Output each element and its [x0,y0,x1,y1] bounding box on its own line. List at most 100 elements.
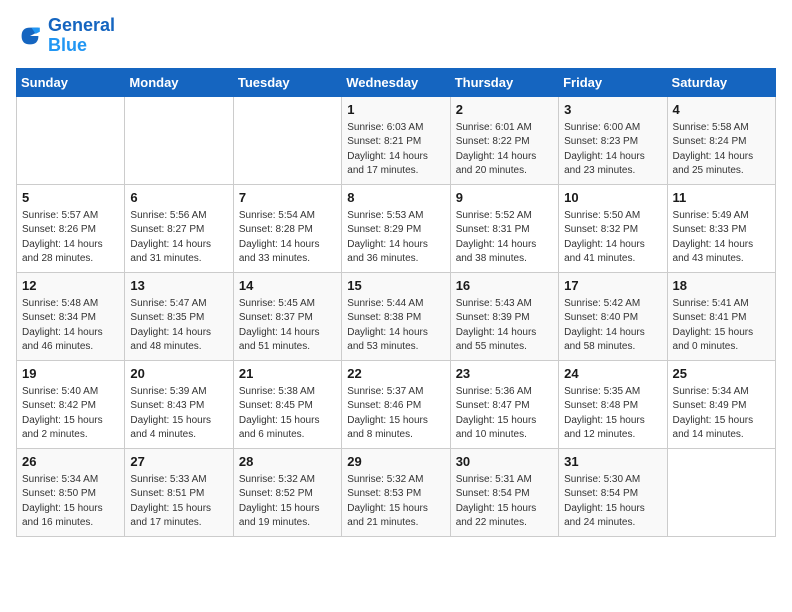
calendar-day-25: 25 Sunrise: 5:34 AM Sunset: 8:49 PM Dayli… [667,360,775,448]
day-info: Sunrise: 5:34 AM Sunset: 8:49 PM Dayligh… [673,385,770,443]
calendar-week-row: 12 Sunrise: 5:48 AM Sunset: 8:34 PM Dayli… [17,272,776,360]
day-info: Sunrise: 5:30 AM Sunset: 8:54 PM Dayligh… [564,473,661,531]
day-number: 25 [673,365,770,383]
day-number: 26 [22,453,119,471]
calendar-day-16: 16 Sunrise: 5:43 AM Sunset: 8:39 PM Dayli… [450,272,558,360]
day-number: 3 [564,101,661,119]
day-info: Sunrise: 5:43 AM Sunset: 8:39 PM Dayligh… [456,297,553,355]
day-info: Sunrise: 5:57 AM Sunset: 8:26 PM Dayligh… [22,209,119,267]
calendar-day-7: 7Sunrise: 5:54 AM Sunset: 8:28 PM Daylig… [233,184,341,272]
day-number: 14 [239,277,336,295]
day-info: Sunrise: 6:03 AM Sunset: 8:21 PM Dayligh… [347,121,444,179]
day-info: Sunrise: 5:33 AM Sunset: 8:51 PM Dayligh… [130,473,227,531]
logo: General Blue [16,16,115,56]
column-header-wednesday: Wednesday [342,68,450,96]
day-number: 16 [456,277,553,295]
calendar-empty-cell [17,96,125,184]
day-info: Sunrise: 5:49 AM Sunset: 8:33 PM Dayligh… [673,209,770,267]
day-info: Sunrise: 5:32 AM Sunset: 8:52 PM Dayligh… [239,473,336,531]
calendar-day-31: 31 Sunrise: 5:30 AM Sunset: 8:54 PM Dayli… [559,448,667,536]
day-number: 19 [22,365,119,383]
calendar-day-28: 28 Sunrise: 5:32 AM Sunset: 8:52 PM Dayli… [233,448,341,536]
day-info: Sunrise: 5:32 AM Sunset: 8:53 PM Dayligh… [347,473,444,531]
column-header-thursday: Thursday [450,68,558,96]
day-info: Sunrise: 5:44 AM Sunset: 8:38 PM Dayligh… [347,297,444,355]
day-info: Sunrise: 5:34 AM Sunset: 8:50 PM Dayligh… [22,473,119,531]
calendar-header-row: SundayMondayTuesdayWednesdayThursdayFrid… [17,68,776,96]
column-header-sunday: Sunday [17,68,125,96]
day-number: 12 [22,277,119,295]
day-number: 15 [347,277,444,295]
calendar-day-10: 10 Sunrise: 5:50 AM Sunset: 8:32 PM Dayli… [559,184,667,272]
day-number: 2 [456,101,553,119]
day-number: 10 [564,189,661,207]
day-info: Sunrise: 5:39 AM Sunset: 8:43 PM Dayligh… [130,385,227,443]
day-info: Sunrise: 5:40 AM Sunset: 8:42 PM Dayligh… [22,385,119,443]
calendar-day-8: 8Sunrise: 5:53 AM Sunset: 8:29 PM Daylig… [342,184,450,272]
calendar-day-24: 24 Sunrise: 5:35 AM Sunset: 8:48 PM Dayli… [559,360,667,448]
calendar-day-23: 23 Sunrise: 5:36 AM Sunset: 8:47 PM Dayli… [450,360,558,448]
page-header: General Blue [16,16,776,56]
calendar-table: SundayMondayTuesdayWednesdayThursdayFrid… [16,68,776,537]
calendar-empty-cell [667,448,775,536]
calendar-day-2: 2 Sunrise: 6:01 AM Sunset: 8:22 PM Daylig… [450,96,558,184]
calendar-day-21: 21Sunrise: 5:38 AM Sunset: 8:45 PM Dayli… [233,360,341,448]
calendar-week-row: 1 Sunrise: 6:03 AM Sunset: 8:21 PM Daylig… [17,96,776,184]
day-number: 1 [347,101,444,119]
calendar-day-3: 3 Sunrise: 6:00 AM Sunset: 8:23 PM Daylig… [559,96,667,184]
calendar-day-9: 9 Sunrise: 5:52 AM Sunset: 8:31 PM Daylig… [450,184,558,272]
calendar-day-4: 4 Sunrise: 5:58 AM Sunset: 8:24 PM Daylig… [667,96,775,184]
day-info: Sunrise: 5:45 AM Sunset: 8:37 PM Dayligh… [239,297,336,355]
day-number: 11 [673,189,770,207]
calendar-day-22: 22Sunrise: 5:37 AM Sunset: 8:46 PM Dayli… [342,360,450,448]
logo-text: General Blue [48,16,115,56]
calendar-day-5: 5 Sunrise: 5:57 AM Sunset: 8:26 PM Daylig… [17,184,125,272]
day-info: Sunrise: 5:50 AM Sunset: 8:32 PM Dayligh… [564,209,661,267]
day-info: Sunrise: 5:48 AM Sunset: 8:34 PM Dayligh… [22,297,119,355]
day-info: Sunrise: 5:47 AM Sunset: 8:35 PM Dayligh… [130,297,227,355]
day-number: 27 [130,453,227,471]
day-number: 17 [564,277,661,295]
day-number: 8 [347,189,444,207]
day-info: Sunrise: 5:58 AM Sunset: 8:24 PM Dayligh… [673,121,770,179]
day-number: 18 [673,277,770,295]
calendar-empty-cell [233,96,341,184]
day-number: 9 [456,189,553,207]
day-number: 23 [456,365,553,383]
column-header-saturday: Saturday [667,68,775,96]
calendar-day-18: 18 Sunrise: 5:41 AM Sunset: 8:41 PM Dayli… [667,272,775,360]
calendar-day-26: 26 Sunrise: 5:34 AM Sunset: 8:50 PM Dayli… [17,448,125,536]
calendar-day-17: 17Sunrise: 5:42 AM Sunset: 8:40 PM Dayli… [559,272,667,360]
calendar-day-14: 14 Sunrise: 5:45 AM Sunset: 8:37 PM Dayli… [233,272,341,360]
day-number: 22 [347,365,444,383]
logo-icon [16,22,44,50]
calendar-day-19: 19 Sunrise: 5:40 AM Sunset: 8:42 PM Dayli… [17,360,125,448]
calendar-day-1: 1 Sunrise: 6:03 AM Sunset: 8:21 PM Daylig… [342,96,450,184]
day-number: 28 [239,453,336,471]
day-info: Sunrise: 5:41 AM Sunset: 8:41 PM Dayligh… [673,297,770,355]
column-header-monday: Monday [125,68,233,96]
day-info: Sunrise: 5:52 AM Sunset: 8:31 PM Dayligh… [456,209,553,267]
day-number: 31 [564,453,661,471]
day-info: Sunrise: 5:56 AM Sunset: 8:27 PM Dayligh… [130,209,227,267]
calendar-day-6: 6 Sunrise: 5:56 AM Sunset: 8:27 PM Daylig… [125,184,233,272]
calendar-week-row: 26 Sunrise: 5:34 AM Sunset: 8:50 PM Dayli… [17,448,776,536]
day-number: 6 [130,189,227,207]
day-info: Sunrise: 5:31 AM Sunset: 8:54 PM Dayligh… [456,473,553,531]
day-number: 7 [239,189,336,207]
day-info: Sunrise: 6:00 AM Sunset: 8:23 PM Dayligh… [564,121,661,179]
day-info: Sunrise: 5:36 AM Sunset: 8:47 PM Dayligh… [456,385,553,443]
day-number: 29 [347,453,444,471]
calendar-day-30: 30Sunrise: 5:31 AM Sunset: 8:54 PM Dayli… [450,448,558,536]
day-number: 21 [239,365,336,383]
day-number: 5 [22,189,119,207]
day-number: 4 [673,101,770,119]
calendar-day-13: 13Sunrise: 5:47 AM Sunset: 8:35 PM Dayli… [125,272,233,360]
calendar-day-29: 29 Sunrise: 5:32 AM Sunset: 8:53 PM Dayli… [342,448,450,536]
day-info: Sunrise: 6:01 AM Sunset: 8:22 PM Dayligh… [456,121,553,179]
day-number: 24 [564,365,661,383]
day-info: Sunrise: 5:35 AM Sunset: 8:48 PM Dayligh… [564,385,661,443]
column-header-tuesday: Tuesday [233,68,341,96]
calendar-day-20: 20Sunrise: 5:39 AM Sunset: 8:43 PM Dayli… [125,360,233,448]
calendar-week-row: 19 Sunrise: 5:40 AM Sunset: 8:42 PM Dayli… [17,360,776,448]
